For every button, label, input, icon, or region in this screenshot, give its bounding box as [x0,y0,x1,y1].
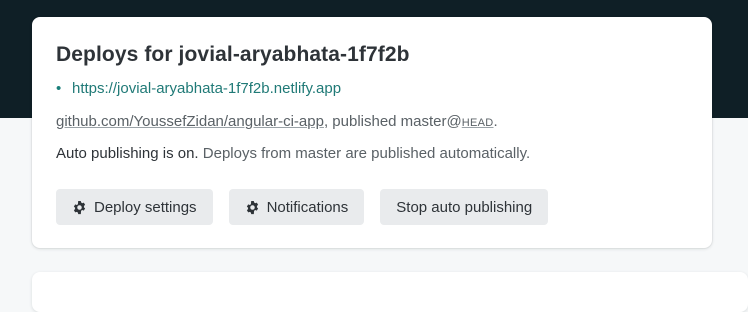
published-text: , published master@ [323,113,462,130]
repo-info: github.com/YoussefZidan/angular-ci-app, … [56,113,498,130]
deploys-card: Deploys for jovial-aryabhata-1f7f2b • htt… [32,17,712,248]
site-url-link[interactable]: https://jovial-aryabhata-1f7f2b.netlify.… [72,80,341,97]
stop-auto-publishing-label: Stop auto publishing [396,198,533,216]
bullet: • [56,80,62,97]
notifications-label: Notifications [266,198,349,216]
page-title: Deploys for jovial-aryabhata-1f7f2b [56,43,410,66]
gear-icon [72,200,87,215]
deploy-settings-button[interactable]: Deploy settings [56,189,213,225]
auto-publishing-status: Auto publishing is on. [56,145,199,162]
gear-icon [245,200,260,215]
stop-auto-publishing-button[interactable]: Stop auto publishing [380,189,549,225]
next-card [32,272,748,312]
action-buttons: Deploy settings Notifications Stop auto … [56,189,549,225]
site-url-row: • https://jovial-aryabhata-1f7f2b.netlify… [56,80,341,97]
notifications-button[interactable]: Notifications [228,189,365,225]
period: . [493,113,498,130]
auto-publishing-description: Deploys from master are published automa… [198,145,531,162]
head-ref: HEAD [461,117,494,129]
deploy-settings-label: Deploy settings [94,198,197,216]
repo-link[interactable]: github.com/YoussefZidan/angular-ci-app [56,113,324,130]
auto-publishing-info: Auto publishing is on. Deploys from mast… [56,145,530,162]
